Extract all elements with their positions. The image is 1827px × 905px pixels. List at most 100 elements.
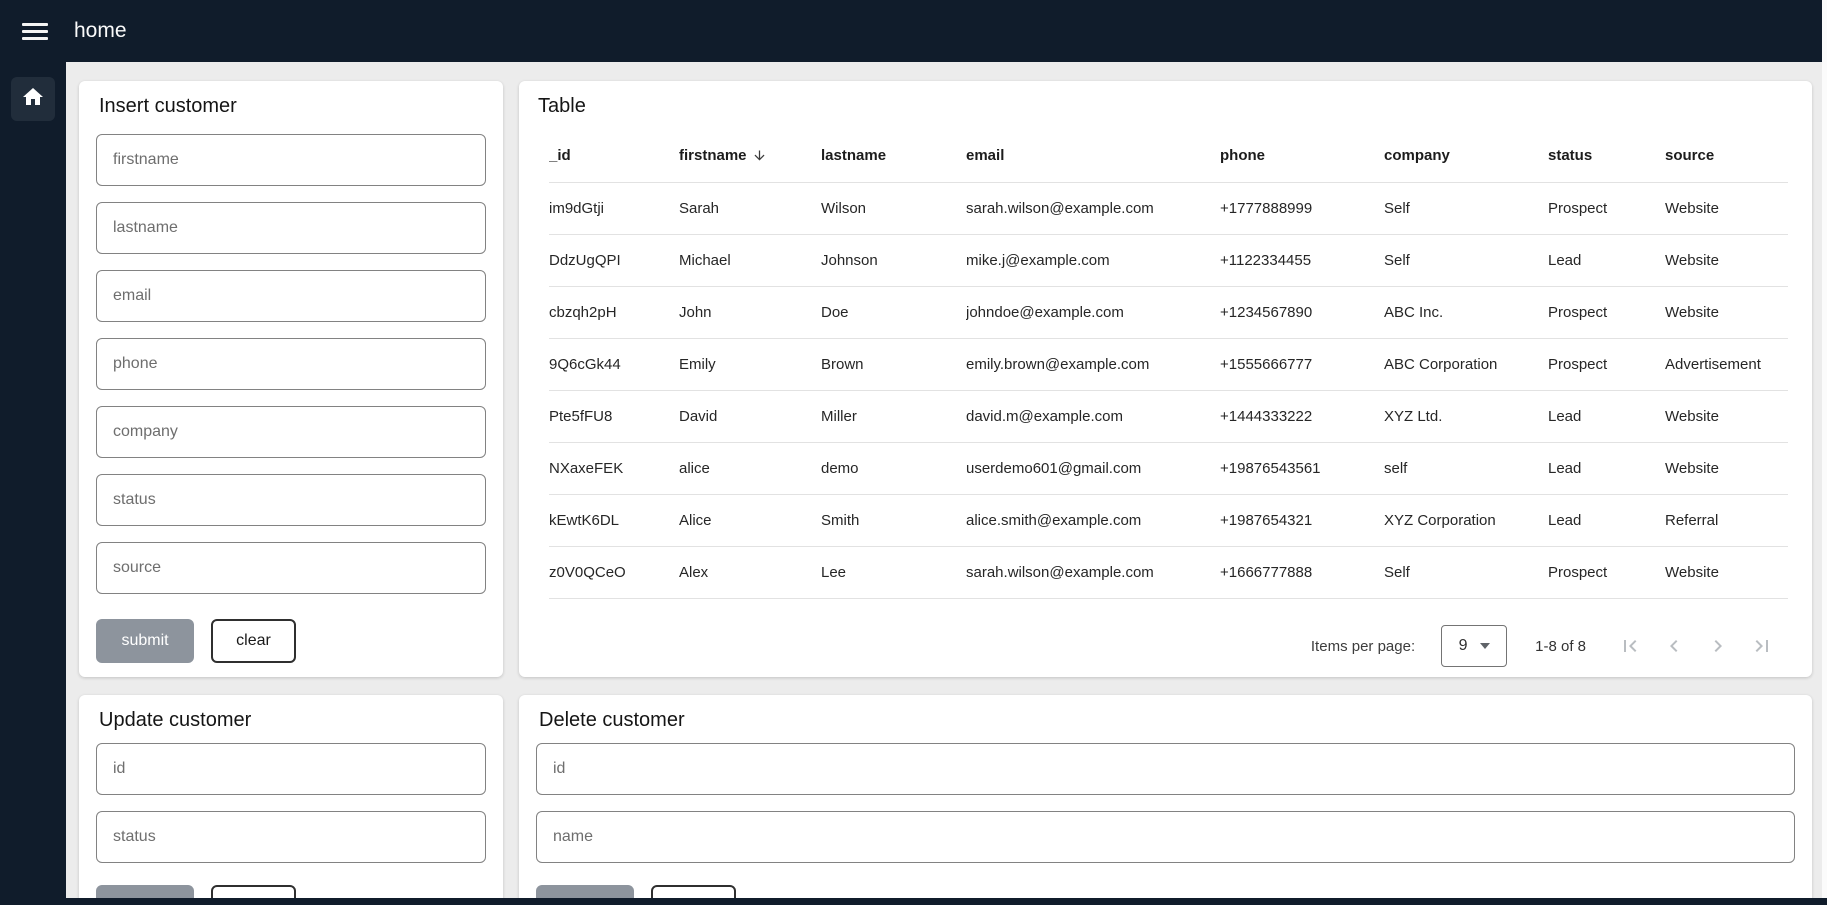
last-page-icon bbox=[1750, 634, 1774, 658]
cell-phone: +1234567890 bbox=[1220, 286, 1384, 338]
column-header-lastname[interactable]: lastname bbox=[821, 130, 966, 182]
column-header-company[interactable]: company bbox=[1384, 130, 1548, 182]
cell-company: self bbox=[1384, 442, 1548, 494]
column-header-status[interactable]: status bbox=[1548, 130, 1665, 182]
delete-panel-title: Delete customer bbox=[539, 709, 1795, 732]
first-page-button[interactable] bbox=[1608, 624, 1652, 668]
table-panel-title: Table bbox=[519, 95, 1812, 118]
sort-arrow-down-icon bbox=[752, 148, 767, 163]
chevron-right-icon bbox=[1706, 634, 1730, 658]
previous-page-button[interactable] bbox=[1652, 624, 1696, 668]
insert-firstname-input[interactable] bbox=[96, 134, 486, 186]
items-per-page-label: Items per page: bbox=[1311, 638, 1415, 655]
dropdown-caret-icon bbox=[1480, 643, 1490, 649]
cell-email: alice.smith@example.com bbox=[966, 494, 1220, 546]
cell-status: Prospect bbox=[1548, 286, 1665, 338]
cell-phone: +1777888999 bbox=[1220, 182, 1384, 234]
cell-phone: +1122334455 bbox=[1220, 234, 1384, 286]
cell-source: Website bbox=[1665, 390, 1788, 442]
cell-phone: +1555666777 bbox=[1220, 338, 1384, 390]
home-icon bbox=[21, 85, 45, 114]
cell-status: Prospect bbox=[1548, 546, 1665, 598]
insert-company-input[interactable] bbox=[96, 406, 486, 458]
main-content: Insert customer submit clear Table _id bbox=[66, 62, 1827, 905]
cell-email: emily.brown@example.com bbox=[966, 338, 1220, 390]
table-row: z0V0QCeO Alex Lee sarah.wilson@example.c… bbox=[549, 546, 1788, 598]
table-row: NXaxeFEK alice demo userdemo601@gmail.co… bbox=[549, 442, 1788, 494]
delete-id-input[interactable] bbox=[536, 743, 1795, 795]
table-row: 9Q6cGk44 Emily Brown emily.brown@example… bbox=[549, 338, 1788, 390]
cell-id: DdzUgQPI bbox=[549, 234, 679, 286]
delete-customer-panel: Delete customer submit clear bbox=[519, 695, 1812, 905]
table-row: cbzqh2pH John Doe johndoe@example.com +1… bbox=[549, 286, 1788, 338]
items-per-page-value: 9 bbox=[1459, 637, 1468, 655]
cell-status: Prospect bbox=[1548, 338, 1665, 390]
insert-submit-button[interactable]: submit bbox=[96, 619, 194, 663]
next-page-button[interactable] bbox=[1696, 624, 1740, 668]
cell-source: Website bbox=[1665, 546, 1788, 598]
insert-lastname-input[interactable] bbox=[96, 202, 486, 254]
cell-company: XYZ Corporation bbox=[1384, 494, 1548, 546]
menu-icon[interactable] bbox=[22, 19, 48, 44]
cell-id: kEwtK6DL bbox=[549, 494, 679, 546]
cell-company: ABC Inc. bbox=[1384, 286, 1548, 338]
cell-source: Website bbox=[1665, 286, 1788, 338]
cell-company: Self bbox=[1384, 546, 1548, 598]
insert-clear-button[interactable]: clear bbox=[211, 619, 296, 663]
cell-source: Website bbox=[1665, 182, 1788, 234]
insert-panel-title: Insert customer bbox=[99, 95, 486, 118]
column-header-phone[interactable]: phone bbox=[1220, 130, 1384, 182]
column-header-firstname[interactable]: firstname bbox=[679, 130, 821, 182]
last-page-button[interactable] bbox=[1740, 624, 1784, 668]
cell-lastname: Smith bbox=[821, 494, 966, 546]
cell-lastname: Johnson bbox=[821, 234, 966, 286]
pagination-range-label: 1-8 of 8 bbox=[1535, 638, 1586, 655]
cell-id: Pte5fFU8 bbox=[549, 390, 679, 442]
column-header-id[interactable]: _id bbox=[549, 130, 679, 182]
cell-status: Lead bbox=[1548, 494, 1665, 546]
column-header-source[interactable]: source bbox=[1665, 130, 1788, 182]
cell-lastname: Brown bbox=[821, 338, 966, 390]
cell-firstname: David bbox=[679, 390, 821, 442]
sidebar-item-home[interactable] bbox=[11, 77, 55, 121]
items-per-page-select[interactable]: 9 bbox=[1441, 625, 1507, 667]
cell-status: Prospect bbox=[1548, 182, 1665, 234]
cell-lastname: Wilson bbox=[821, 182, 966, 234]
vertical-scrollbar-track[interactable] bbox=[1822, 0, 1827, 905]
cell-email: mike.j@example.com bbox=[966, 234, 1220, 286]
cell-lastname: Lee bbox=[821, 546, 966, 598]
insert-phone-input[interactable] bbox=[96, 338, 486, 390]
cell-source: Website bbox=[1665, 234, 1788, 286]
insert-email-input[interactable] bbox=[96, 270, 486, 322]
cell-company: Self bbox=[1384, 182, 1548, 234]
column-header-email[interactable]: email bbox=[966, 130, 1220, 182]
sidebar bbox=[0, 62, 66, 905]
delete-name-input[interactable] bbox=[536, 811, 1795, 863]
update-panel-title: Update customer bbox=[99, 709, 486, 732]
cell-id: cbzqh2pH bbox=[549, 286, 679, 338]
cell-email: johndoe@example.com bbox=[966, 286, 1220, 338]
update-id-input[interactable] bbox=[96, 743, 486, 795]
cell-firstname: John bbox=[679, 286, 821, 338]
topbar: home bbox=[0, 0, 1827, 62]
cell-source: Advertisement bbox=[1665, 338, 1788, 390]
cell-company: ABC Corporation bbox=[1384, 338, 1548, 390]
insert-status-input[interactable] bbox=[96, 474, 486, 526]
cell-status: Lead bbox=[1548, 390, 1665, 442]
cell-id: z0V0QCeO bbox=[549, 546, 679, 598]
paginator: Items per page: 9 1-8 of 8 bbox=[519, 615, 1812, 677]
cell-id: 9Q6cGk44 bbox=[549, 338, 679, 390]
cell-email: david.m@example.com bbox=[966, 390, 1220, 442]
cell-source: Referral bbox=[1665, 494, 1788, 546]
cell-phone: +1666777888 bbox=[1220, 546, 1384, 598]
cell-source: Website bbox=[1665, 442, 1788, 494]
cell-status: Lead bbox=[1548, 442, 1665, 494]
cell-email: userdemo601@gmail.com bbox=[966, 442, 1220, 494]
cell-id: NXaxeFEK bbox=[549, 442, 679, 494]
insert-source-input[interactable] bbox=[96, 542, 486, 594]
table-row: im9dGtji Sarah Wilson sarah.wilson@examp… bbox=[549, 182, 1788, 234]
update-status-input[interactable] bbox=[96, 811, 486, 863]
cell-email: sarah.wilson@example.com bbox=[966, 182, 1220, 234]
cell-firstname: Emily bbox=[679, 338, 821, 390]
customer-table: _id firstname lastname email phone bbox=[519, 130, 1812, 599]
